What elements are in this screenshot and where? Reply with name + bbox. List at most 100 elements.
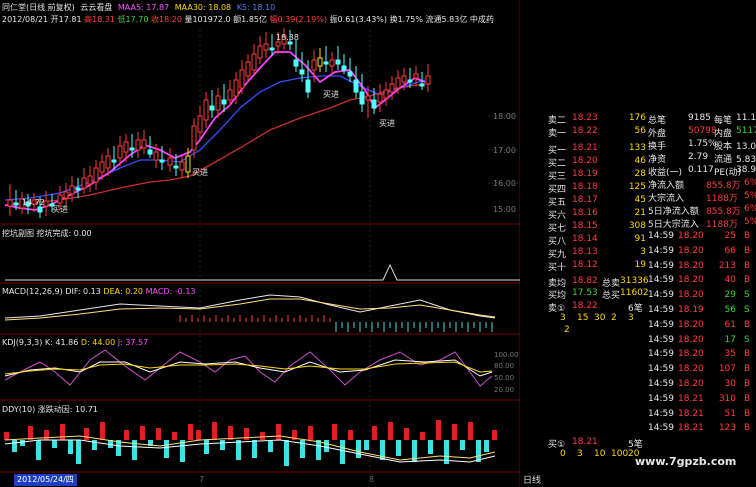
tick-row: 14:59 18.20 213 B [648,261,756,274]
ddy-bar [268,440,273,452]
candle-body [185,155,191,173]
tick-row: 14:59 18.20 30 B [648,379,756,392]
tick-price: 18.20 [678,231,704,241]
ddy-bar [364,440,369,450]
candle-body [141,139,147,149]
tick-volume: 107 [718,364,736,375]
ddy-bar [316,440,321,460]
candle-body [359,91,365,105]
tick-side: B [744,245,751,256]
ddy-bar [284,440,289,466]
ddy-bar [172,432,177,440]
candle-body [135,139,141,151]
ddy-bar [100,422,105,440]
order-book-row: 买三 18.19 28 [548,169,648,182]
stat-key-2: 股本 [714,142,733,152]
order-book-row: 买八 18.14 91 [548,234,648,247]
tick-time: 14:59 [648,231,674,241]
macd-histogram [179,315,493,332]
order-book-row: 买九 18.13 3 [548,247,648,260]
tick-volume: 56 [724,305,736,315]
candle-body [401,75,407,83]
ddy-bar [124,430,129,440]
tick-row: 14:59 18.19 56 S [648,305,756,318]
stat-key: 5日净流入额 [648,207,699,217]
ddy-bar [52,440,57,448]
candle-body [425,75,431,85]
tick-price: 18.21 [678,408,704,419]
order-avg-row: 卖均 18.82 总卖 31336 [548,276,649,289]
tick-time: 14:59 [648,319,674,330]
tick-side: B [744,260,751,271]
price-tick: 16.00 [493,179,516,188]
tick-price: 18.20 [678,349,704,360]
candle-body [117,145,123,159]
stat-key-2: 每笔 [714,116,733,126]
candle-body [69,185,75,195]
sell1-detail: 卖① 18.22 6笔 [548,301,648,314]
ddy-bar [404,428,409,440]
candle-body [329,59,335,67]
ob-label: 卖二 [548,116,567,126]
candle-body [75,187,81,191]
queue-qty: 3 [560,313,566,323]
ob-volume: 46 [634,156,646,166]
quote-panel: 卖二 18.23 176 卖一 18.22 56 买一 18.21 133 买二 18.20 46 买三… [520,0,756,487]
stat-row: 换手 1.75%股本13.0亿 [648,139,756,152]
stat-value-2: 5% [744,191,756,201]
stat-row: 大宗流入 1188万 5% [648,191,756,204]
stat-row: 5日净流入额 855.8万6% [648,204,756,217]
tick-side: B [744,364,751,375]
order-avg-row: 买均 17.53 总买 11602 [548,288,649,301]
candle-body [233,79,239,97]
queue-qty: 100 [611,449,629,459]
ddy-histogram [4,420,497,466]
ddy-bar [468,422,473,440]
ob-price: 18.12 [572,260,598,270]
candle-body [167,157,173,166]
tick-price: 18.20 [678,260,704,271]
candle-body [383,89,389,99]
candle-body [105,155,111,169]
ob-price: 18.15 [572,221,598,231]
tick-price: 18.21 [678,423,704,434]
order-book-row: 买四 18.18 125 [548,182,648,195]
stat-row: 总笔 9185 每笔 11.1 [648,113,756,126]
ddy-bar [20,440,25,446]
stat-value: 2.79 [688,152,709,162]
stat-key: 总笔 [648,116,667,126]
ob-volume: 3 [640,247,646,257]
macd-name: MACD(12,26,9) [2,287,63,296]
tick-price: 18.20 [678,319,704,330]
ob-label: 买八 [548,237,567,247]
kline-chart-area[interactable]: 同仁堂(日线 前复权) 云云看盘 MAA5: 17.87 MAA30: 18.0… [0,0,520,487]
tick-volume: 30 [724,379,736,389]
macd-dif: DIF: 0.13 [65,287,101,296]
tick-volume: 29 [724,290,736,301]
period-tab[interactable]: 日线 [523,473,548,486]
ddy-bar [492,430,497,440]
candlestick-series [7,28,431,218]
tick-side: B [744,349,751,360]
candle-body [389,83,395,93]
queue-qty: 2 [611,313,617,323]
ddy-bar [436,420,441,440]
ddy-bar [236,440,241,460]
sell1-price: 18.22 [572,301,598,311]
tick-row: 14:59 18.20 17 S [648,335,756,348]
tick-side: B [744,379,751,389]
tick-row: 14:59 18.20 66 B [648,246,756,259]
low-price-label: 14.72 [22,198,45,207]
ddy-bar [428,440,433,454]
ddy-bar [76,440,81,464]
candle-body [347,71,353,77]
candle-body [335,59,341,65]
ob-volume: 125 [628,182,646,192]
tick-row: 14:59 18.20 25 B [648,231,756,244]
ddy-value: 涨跌动因: 10.71 [37,405,98,414]
ddy-bar [140,426,145,440]
candle-body [293,59,299,67]
sell1-queue-2: 2 [564,325,584,337]
stat-value-2: 13.0亿 [736,142,756,152]
ob-label: 买四 [548,185,567,195]
